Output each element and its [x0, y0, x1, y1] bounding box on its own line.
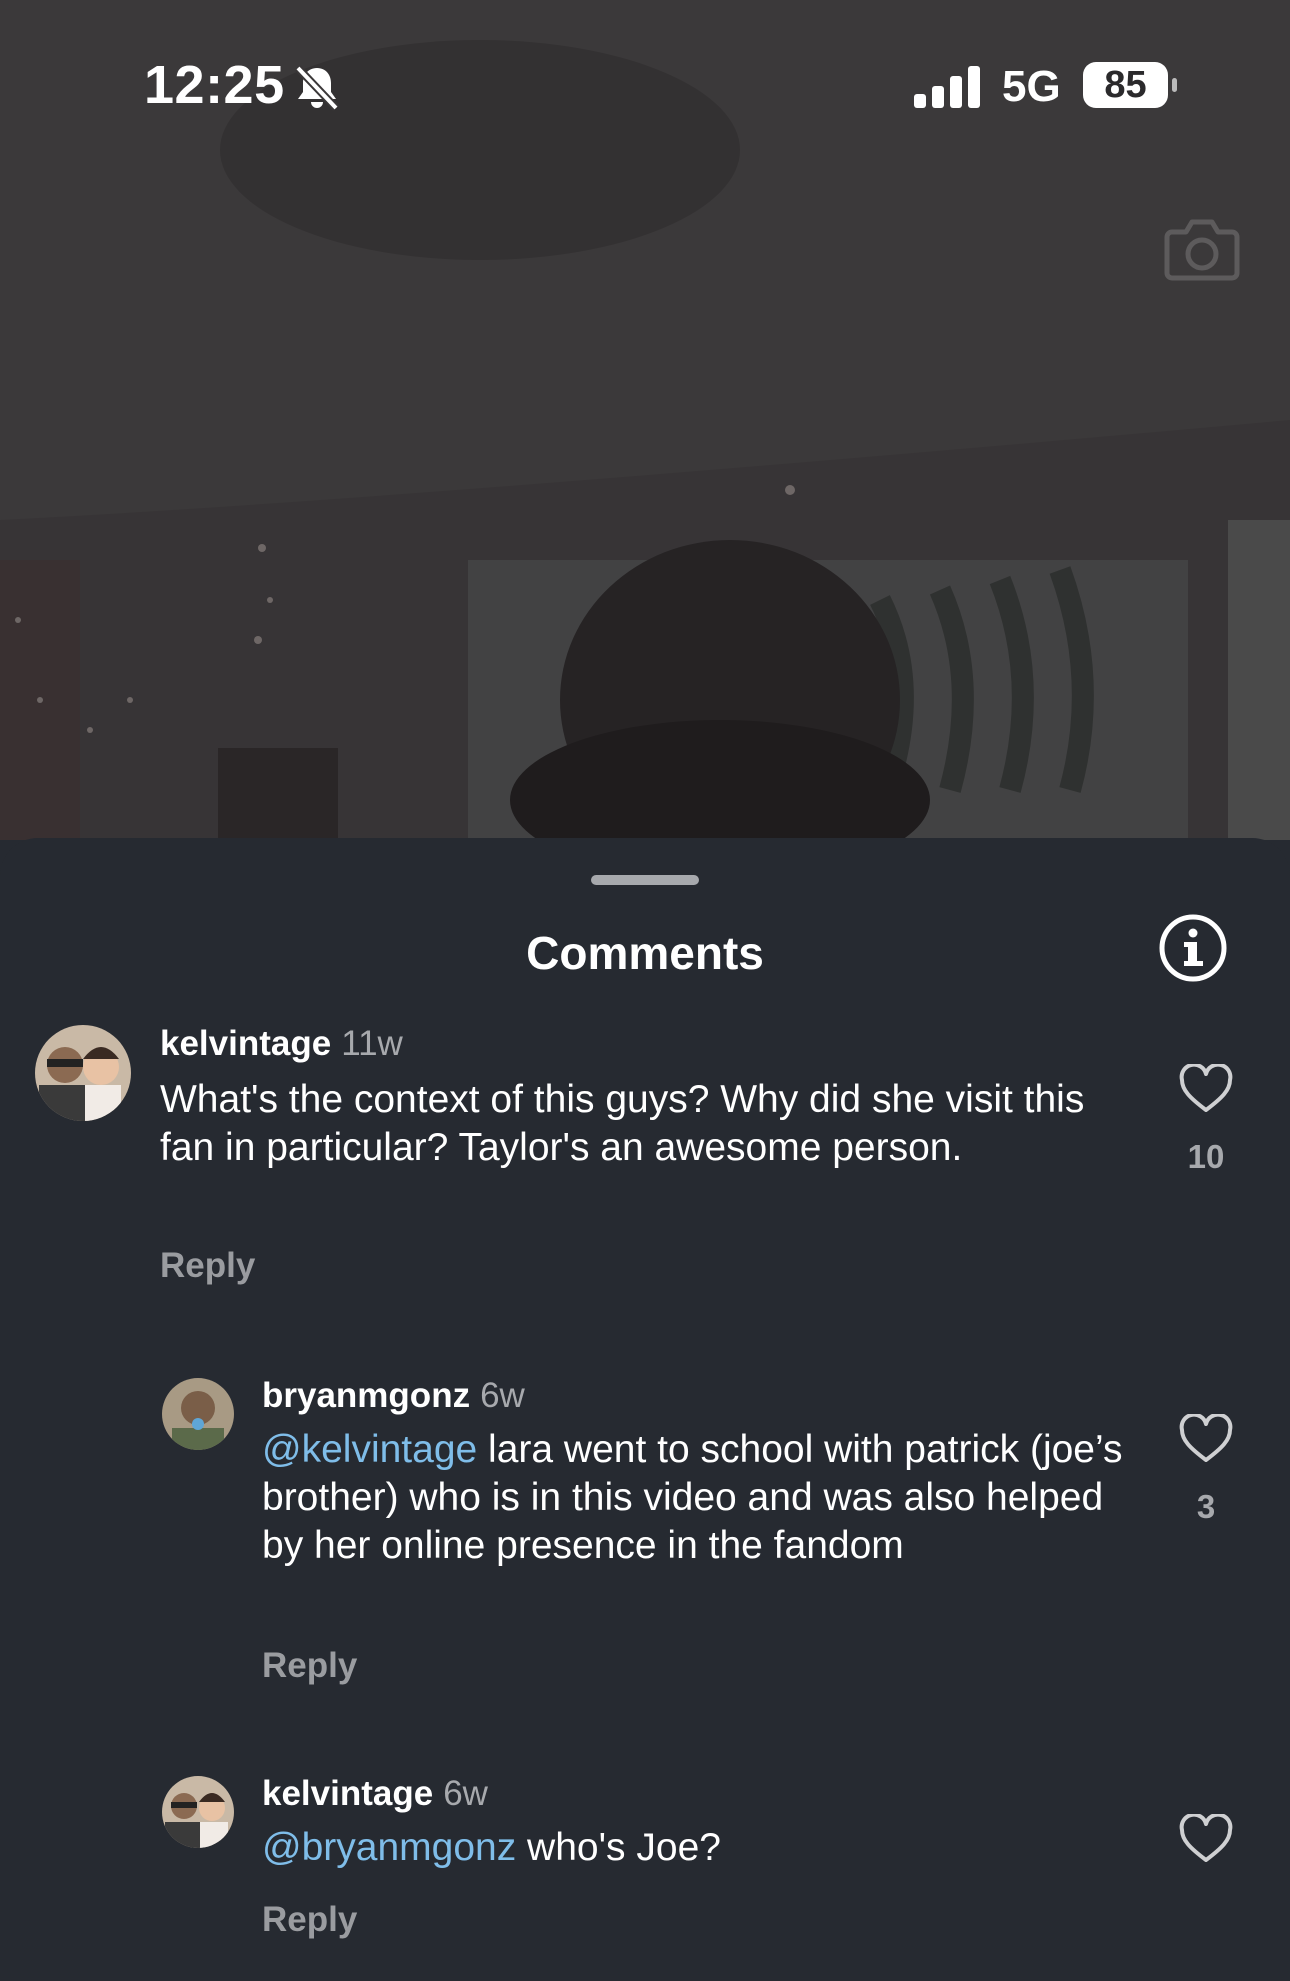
- comment-text: @bryanmgonz who's Joe?: [262, 1824, 1132, 1872]
- cellular-signal-icon: [914, 66, 982, 113]
- comment-age: 6w: [443, 1774, 488, 1813]
- status-bar: 12:25 5G 85: [0, 0, 1290, 170]
- reply-button[interactable]: Reply: [262, 1900, 357, 1940]
- heart-icon[interactable]: [1178, 1812, 1234, 1869]
- network-type: 5G: [1002, 62, 1061, 111]
- comment-item: kelvintage 6w @bryanmgonz who's Joe? Repl…: [0, 838, 1290, 1981]
- battery-level: 85: [1083, 62, 1168, 108]
- username-link[interactable]: kelvintage: [262, 1774, 433, 1813]
- comment-username[interactable]: kelvintage 6w: [262, 1774, 488, 1814]
- status-time: 12:25: [144, 55, 285, 115]
- battery-cap: [1172, 78, 1177, 92]
- comment-body: who's Joe?: [516, 1826, 721, 1869]
- silent-bell-icon: [294, 64, 340, 117]
- comments-sheet: Comments kelvintage 11w What's the conte…: [0, 838, 1290, 1981]
- avatar[interactable]: [162, 1776, 234, 1848]
- mention-link[interactable]: @bryanmgonz: [262, 1826, 516, 1869]
- camera-icon[interactable]: [1164, 212, 1240, 289]
